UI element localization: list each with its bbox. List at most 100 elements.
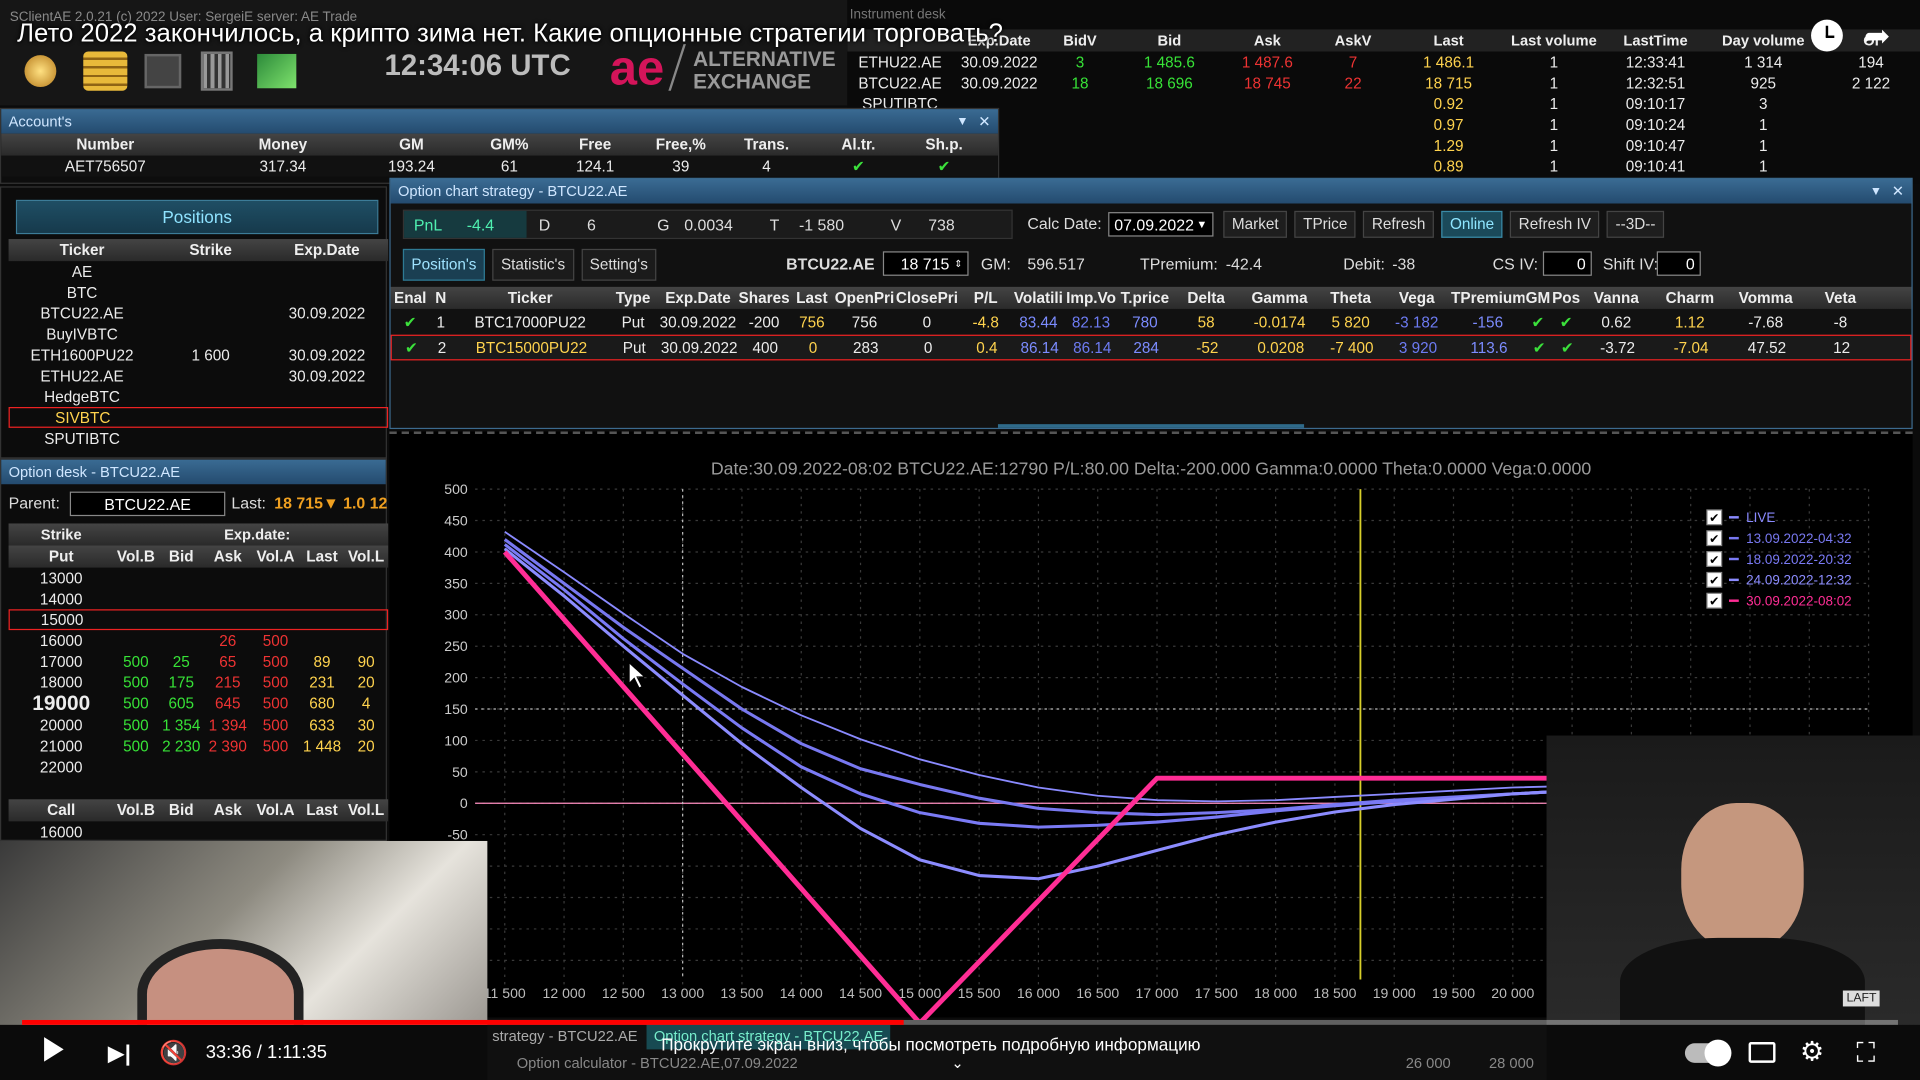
column-header[interactable]: Bid	[158, 548, 205, 565]
column-header[interactable]: Ask	[1225, 32, 1311, 49]
column-header[interactable]: ClosePri	[895, 289, 959, 306]
column-header[interactable]: Trans.	[724, 136, 810, 153]
column-header[interactable]: Pos	[1551, 289, 1580, 306]
horizontal-scrollbar[interactable]	[997, 424, 1305, 428]
column-header[interactable]: Ticker	[9, 242, 156, 259]
column-header[interactable]: Exp.Date	[658, 289, 739, 306]
mute-icon[interactable]: 🔇	[159, 1038, 188, 1067]
column-header[interactable]: Call	[9, 802, 114, 819]
accounts-row[interactable]: AET756507 317.34 193.24 61 124.1 39 4 ✔ ✔	[1, 155, 998, 177]
column-header[interactable]: Type	[609, 289, 658, 306]
column-header[interactable]: Number	[1, 136, 209, 153]
cs-iv-field[interactable]: 0	[1542, 251, 1592, 276]
table-row[interactable]: ✔ 2 BTC15000PU22 Put 30.09.2022 400 0 283 0 0.4 86…	[390, 334, 1912, 361]
strategy-button-refresh-iv[interactable]: Refresh IV	[1510, 210, 1600, 238]
column-header[interactable]: GM	[356, 136, 466, 153]
calendar-icon[interactable]	[144, 53, 182, 89]
clock-icon[interactable]	[1811, 19, 1843, 52]
autoplay-toggle[interactable]	[1684, 1039, 1732, 1067]
column-header[interactable]: Gamma	[1240, 289, 1318, 306]
calc-date-field[interactable]: 07.09.2022 ▼	[1108, 212, 1214, 237]
coin-icon[interactable]	[24, 55, 57, 88]
column-header[interactable]: Volatili	[1013, 289, 1064, 306]
table-row[interactable]: 19000 500 605 645 500 680 4	[9, 691, 389, 714]
table-row[interactable]: ETHU22.AE 30.09.2022 3 1 485.6 1 487.6 7 1 486…	[847, 51, 1920, 72]
column-header[interactable]: T.price	[1118, 289, 1172, 306]
table-row[interactable]: 21000 500 2 230 2 390 500 1 448 20	[9, 736, 389, 757]
table-row[interactable]: BTCU22.AE 30.09.2022 18 18 696 18 745 22 18 71…	[847, 72, 1920, 93]
column-header[interactable]: Last	[300, 548, 344, 565]
column-header[interactable]: Imp.Vo	[1064, 289, 1118, 306]
column-header[interactable]: Veta	[1804, 289, 1877, 306]
table-row[interactable]: 20000 500 1 354 1 394 500 633 30	[9, 715, 389, 736]
taskbar-tab-strategy[interactable]: strategy - BTCU22.AE	[492, 1027, 637, 1044]
column-header[interactable]: OpenPri	[834, 289, 895, 306]
column-header[interactable]: Al.tr.	[809, 136, 907, 153]
column-header[interactable]: Enal	[391, 289, 430, 306]
settings-gear-icon[interactable]: ⚙	[1800, 1036, 1824, 1068]
list-item[interactable]: ETHU22.AE 30.09.2022	[9, 365, 389, 386]
column-header[interactable]: Vol.B	[114, 548, 158, 565]
column-header[interactable]: Day volume	[1705, 32, 1823, 49]
tab-settings[interactable]: Setting's	[581, 248, 657, 281]
video-title[interactable]: Лето 2022 закончилось, а крипто зима нет…	[17, 20, 1003, 49]
table-row[interactable]: 13000	[9, 568, 389, 589]
strategy-button-refresh[interactable]: Refresh	[1363, 210, 1435, 238]
column-header[interactable]: Last	[300, 802, 344, 819]
table-row[interactable]: 18000 500 175 215 500 231 20	[9, 672, 389, 693]
column-header[interactable]: Vanna	[1581, 289, 1652, 306]
strategy-button--3d-[interactable]: --3D--	[1606, 210, 1665, 238]
column-header[interactable]: GM%	[467, 136, 553, 153]
table-row[interactable]: 0.89 1 09:10:41 1	[847, 156, 1920, 177]
list-item[interactable]: AE	[9, 261, 389, 282]
column-header[interactable]: Last	[790, 289, 834, 306]
parent-field[interactable]: BTCU22.AE	[69, 491, 226, 517]
list-item[interactable]: BTC	[9, 282, 389, 303]
list-item[interactable]: HedgeBTC	[9, 386, 389, 407]
chart-up-icon[interactable]	[257, 53, 297, 89]
column-header[interactable]: Ask	[204, 548, 251, 565]
column-header[interactable]: Vol.A	[251, 548, 300, 565]
tab-positions[interactable]: Positions	[15, 199, 379, 235]
dropdown-icon[interactable]: ▼	[956, 115, 968, 128]
list-item[interactable]: ETH1600PU22 1 600 30.09.2022	[9, 344, 389, 365]
column-header[interactable]: Vol.L	[344, 548, 388, 565]
tab-positions[interactable]: Position's	[402, 248, 486, 281]
column-header[interactable]: Vega	[1382, 289, 1451, 306]
column-header[interactable]: Last volume	[1501, 32, 1606, 49]
taskbar-tab-calculator[interactable]: Option calculator - BTCU22.AE,07.09.2022	[517, 1054, 798, 1071]
coins-stack-icon[interactable]	[83, 51, 128, 91]
column-header[interactable]: Sh.p.	[907, 136, 980, 153]
column-header[interactable]: Strike	[156, 242, 266, 259]
column-header[interactable]: Exp.Date	[266, 242, 388, 259]
video-progress-track[interactable]	[22, 1019, 1898, 1025]
column-header[interactable]: Bid	[158, 802, 205, 819]
column-header[interactable]: Ticker	[452, 289, 609, 306]
share-icon[interactable]: ➦	[1864, 17, 1891, 55]
play-icon[interactable]	[44, 1037, 64, 1062]
table-row[interactable]: 15000	[8, 609, 389, 631]
list-item[interactable]: BTCU22.AE 30.09.2022	[9, 303, 389, 324]
table-row[interactable]: 0.97 1 09:10:24 1	[847, 114, 1920, 135]
column-header[interactable]: Vol.L	[344, 802, 388, 819]
column-header[interactable]: N	[430, 289, 452, 306]
table-row[interactable]: ✔ 1 BTC17000PU22 Put 30.09.2022 -200 756 756 0 -4…	[391, 309, 1912, 335]
fullscreen-icon[interactable]: ⛶	[1856, 1037, 1875, 1069]
chevron-down-icon[interactable]: ⌄	[951, 1054, 963, 1071]
column-header[interactable]: Ask	[204, 802, 251, 819]
column-header[interactable]: LastTime	[1607, 32, 1705, 49]
column-header[interactable]: Vomma	[1728, 289, 1804, 306]
column-header[interactable]: Delta	[1172, 289, 1241, 306]
column-header[interactable]: GM	[1525, 289, 1552, 306]
close-icon[interactable]: ✕	[1892, 183, 1904, 200]
column-header[interactable]: Theta	[1319, 289, 1383, 306]
column-header[interactable]: Charm	[1652, 289, 1728, 306]
close-icon[interactable]: ✕	[978, 113, 990, 130]
list-item[interactable]: BuyIVBTC	[9, 324, 389, 345]
list-item[interactable]: SPUTIBTC	[9, 428, 389, 449]
list-item[interactable]: SIVBTC	[8, 406, 389, 428]
underlying-price-field[interactable]: 18 715 ⇕	[882, 251, 969, 276]
strategy-button-market[interactable]: Market	[1223, 210, 1288, 238]
table-row[interactable]: SPUTIBTC 0.92 1 09:10:17 3	[847, 93, 1920, 114]
table-row[interactable]: 16000 26 500	[9, 630, 389, 651]
